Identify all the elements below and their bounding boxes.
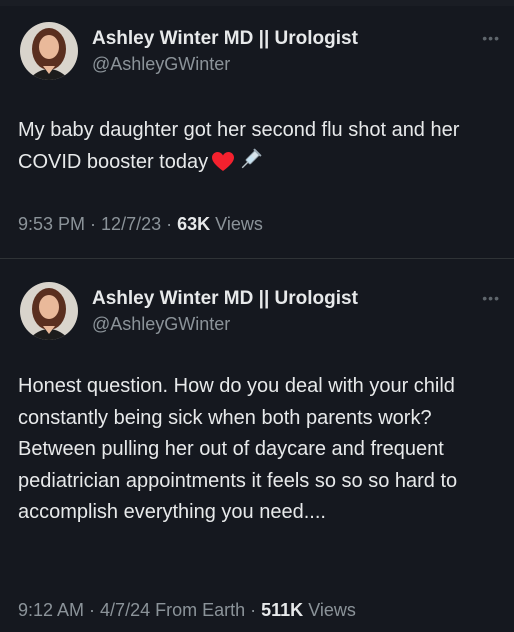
views-label: Views (215, 214, 263, 234)
avatar[interactable] (20, 22, 78, 80)
author-handle[interactable]: @AshleyGWinter (92, 54, 230, 75)
cropped-top-edge (0, 0, 514, 6)
tweet-text: My baby daughter got her second flu shot… (18, 115, 504, 182)
tweet-time[interactable]: 9:53 PM (18, 214, 85, 234)
avatar[interactable] (20, 282, 78, 340)
tweet-time[interactable]: 9:12 AM (18, 600, 84, 620)
tweet-card-1[interactable]: Ashley Winter MD || Urologist @AshleyGWi… (0, 14, 514, 254)
views-label: Views (308, 600, 356, 620)
more-options-icon[interactable]: ••• (482, 290, 500, 306)
author-name[interactable]: Ashley Winter MD || Urologist (92, 288, 358, 310)
tweet-date[interactable]: 12/7/23 (101, 214, 161, 234)
tweet-text: Honest question. How do you deal with yo… (18, 375, 458, 523)
tweet-meta: 9:12 AM · 4/7/24 From Earth · 511K Views (18, 600, 356, 620)
syringe-icon (238, 148, 262, 183)
tweet-meta: 9:53 PM · 12/7/23 · 63K Views (18, 214, 263, 234)
author-handle[interactable]: @AshleyGWinter (92, 314, 230, 335)
tweet-date[interactable]: 4/7/24 (100, 600, 150, 620)
more-options-icon[interactable]: ••• (482, 30, 500, 46)
tweet-divider (0, 258, 514, 259)
tweet-card-2[interactable]: Ashley Winter MD || Urologist @AshleyGWi… (0, 274, 514, 632)
views-count: 63K (177, 214, 211, 234)
red-heart-icon (212, 151, 235, 183)
author-name[interactable]: Ashley Winter MD || Urologist (92, 28, 358, 50)
views-count: 511K (261, 600, 304, 620)
tweet-source: From Earth (155, 600, 246, 620)
